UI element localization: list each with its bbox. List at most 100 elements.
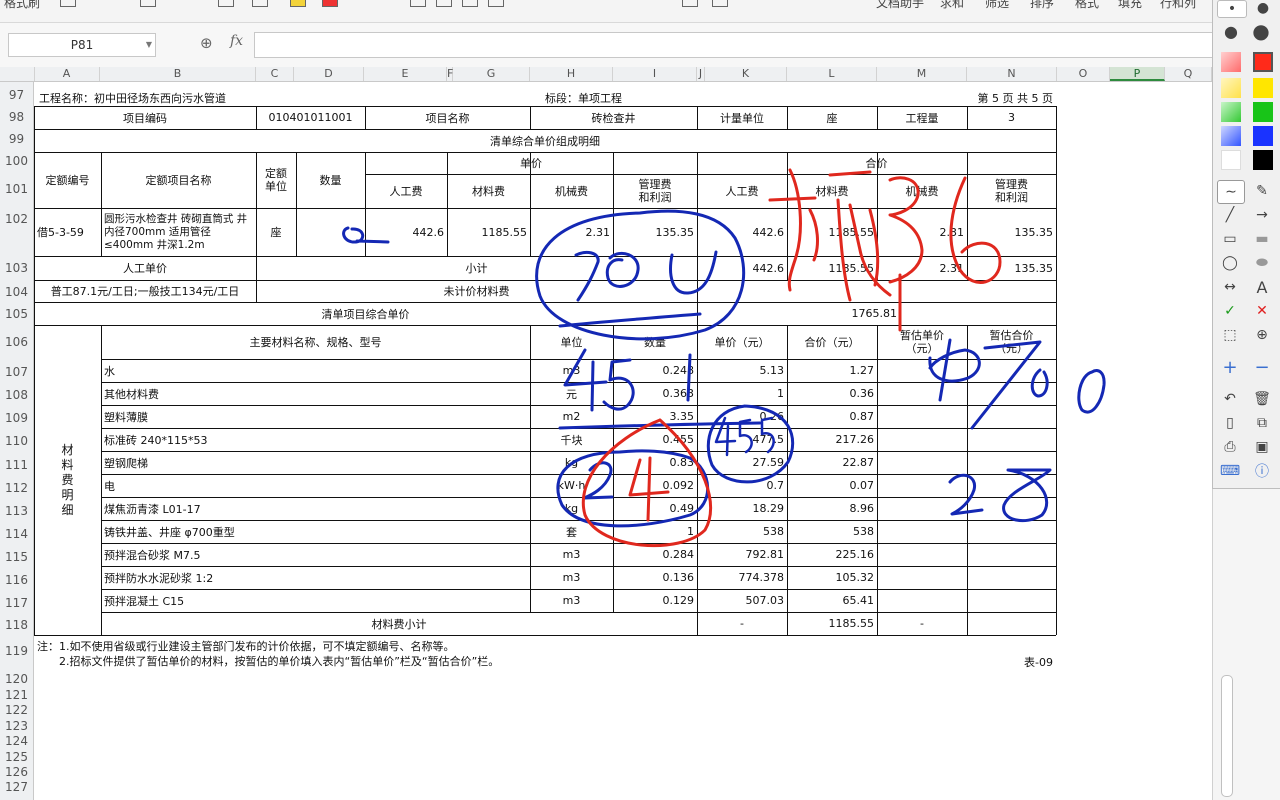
green-swatch[interactable] (1253, 102, 1273, 122)
row-header-114[interactable]: 114 (0, 527, 33, 541)
row-header-99[interactable]: 99 (0, 132, 33, 146)
row-header-125[interactable]: 125 (0, 750, 33, 764)
row-header-120[interactable]: 120 (0, 672, 33, 686)
number-format-icon[interactable] (682, 0, 698, 7)
row-header-102[interactable]: 102 (0, 212, 33, 226)
light-green-swatch[interactable] (1221, 102, 1241, 122)
ribbon-label-format[interactable]: 格式 (1075, 0, 1099, 11)
small-dot-icon[interactable]: • (1217, 0, 1247, 18)
ribbon-label-filter[interactable]: 筛选 (985, 0, 1009, 11)
rectangle-icon[interactable]: ▭ (1217, 228, 1243, 250)
fx-icon[interactable]: fx (230, 33, 243, 49)
row-header-100[interactable]: 100 (0, 154, 33, 168)
border-icon[interactable] (218, 0, 234, 7)
row-header-115[interactable]: 115 (0, 550, 33, 564)
formula-input[interactable] (254, 32, 1214, 58)
zoom-select-icon[interactable]: ⊕ (1249, 324, 1275, 346)
row-header-118[interactable]: 118 (0, 618, 33, 632)
red-swatch[interactable] (1253, 52, 1273, 72)
row-header-117[interactable]: 117 (0, 596, 33, 610)
white-swatch[interactable] (1221, 150, 1241, 170)
row-header-124[interactable]: 124 (0, 734, 33, 748)
ribbon-label-sum[interactable]: 求和 (940, 0, 964, 11)
medium-dot-icon[interactable]: ● (1249, 0, 1277, 16)
light-yellow-swatch[interactable] (1221, 78, 1241, 98)
text-tool-icon[interactable]: A (1249, 276, 1275, 298)
paste-icon[interactable] (60, 0, 76, 7)
chevron-down-icon[interactable]: ▼ (146, 34, 152, 56)
column-header-q[interactable]: Q (1165, 67, 1212, 81)
row-header-108[interactable]: 108 (0, 388, 33, 402)
column-header-d[interactable]: D (294, 67, 364, 81)
ribbon-label-fill[interactable]: 填充 (1118, 0, 1142, 11)
freehand-pen-icon[interactable]: ∼ (1217, 180, 1245, 204)
line-icon[interactable]: ╱ (1217, 204, 1243, 226)
column-header-m[interactable]: M (877, 67, 967, 81)
filled-ellipse-icon[interactable]: ⬬ (1249, 252, 1275, 274)
scrollbar-thumb[interactable] (1221, 675, 1233, 797)
arrow-icon[interactable]: → (1249, 204, 1275, 226)
row-header-104[interactable]: 104 (0, 285, 33, 299)
row-header-112[interactable]: 112 (0, 481, 33, 495)
select-all-corner[interactable] (0, 67, 35, 81)
align-center-icon[interactable] (436, 0, 452, 7)
keyboard-icon[interactable]: ⌨ (1217, 460, 1243, 482)
row-header-121[interactable]: 121 (0, 688, 33, 702)
column-header-p[interactable]: P (1110, 67, 1165, 81)
row-header-123[interactable]: 123 (0, 719, 33, 733)
eraser-icon[interactable]: ✎ (1249, 180, 1275, 202)
blue-swatch[interactable] (1253, 126, 1273, 146)
column-header-k[interactable]: K (705, 67, 787, 81)
row-header-110[interactable]: 110 (0, 434, 33, 448)
crop-icon[interactable]: ⬚ (1217, 324, 1243, 346)
black-swatch[interactable] (1253, 150, 1273, 170)
row-header-113[interactable]: 113 (0, 504, 33, 518)
bold-icon[interactable] (140, 0, 156, 7)
merge-icon[interactable] (252, 0, 268, 7)
column-header-l[interactable]: L (787, 67, 877, 81)
row-header-106[interactable]: 106 (0, 335, 33, 349)
row-header-107[interactable]: 107 (0, 365, 33, 379)
row-header-97[interactable]: 97 (0, 88, 33, 102)
column-header-o[interactable]: O (1057, 67, 1110, 81)
ribbon-label-sort[interactable]: 排序 (1030, 0, 1054, 11)
row-header-111[interactable]: 111 (0, 458, 33, 472)
minus-icon[interactable]: − (1249, 356, 1275, 378)
row-header-105[interactable]: 105 (0, 307, 33, 321)
plus-icon[interactable]: + (1217, 356, 1243, 378)
font-color-icon[interactable] (322, 0, 338, 7)
new-page-icon[interactable]: ▯ (1217, 412, 1243, 434)
row-header-122[interactable]: 122 (0, 703, 33, 717)
align-left-icon[interactable] (410, 0, 426, 7)
row-header-101[interactable]: 101 (0, 182, 33, 196)
column-header-h[interactable]: H (530, 67, 613, 81)
column-header-a[interactable]: A (34, 67, 100, 81)
double-arrow-icon[interactable]: ↔ (1217, 276, 1243, 298)
worksheet[interactable]: 工程名称：初中田径场东西向污水管道 标段：单项工程 第 5 页 共 5 页 项目… (34, 82, 1212, 800)
fill-color-icon[interactable] (290, 0, 306, 7)
save-icon[interactable]: ▣ (1249, 436, 1275, 458)
row-header-98[interactable]: 98 (0, 110, 33, 124)
column-header-n[interactable]: N (967, 67, 1057, 81)
column-header-g[interactable]: G (453, 67, 530, 81)
align-right-icon[interactable] (462, 0, 478, 7)
column-header-i[interactable]: I (613, 67, 697, 81)
ribbon-label-doc-assistant[interactable]: 文档助手 (876, 0, 924, 11)
yellow-swatch[interactable] (1253, 78, 1273, 98)
print-icon[interactable]: ⎙ (1217, 436, 1243, 458)
trash-icon[interactable]: 🗑 (1249, 388, 1275, 410)
large-dot-icon[interactable]: ● (1219, 20, 1243, 42)
xlarge-dot-icon[interactable]: ● (1249, 19, 1273, 43)
light-blue-swatch[interactable] (1221, 126, 1241, 146)
column-header-b[interactable]: B (100, 67, 256, 81)
column-header-c[interactable]: C (256, 67, 294, 81)
row-header-119[interactable]: 119 (0, 644, 33, 658)
check-icon[interactable]: ✓ (1217, 300, 1243, 322)
column-header-e[interactable]: E (364, 67, 447, 81)
row-header-127[interactable]: 127 (0, 780, 33, 794)
row-header-103[interactable]: 103 (0, 261, 33, 275)
percent-icon[interactable] (712, 0, 728, 7)
name-box[interactable]: P81 ▼ (8, 33, 156, 57)
light-red-swatch[interactable] (1221, 52, 1241, 72)
ellipse-icon[interactable]: ◯ (1217, 252, 1243, 274)
